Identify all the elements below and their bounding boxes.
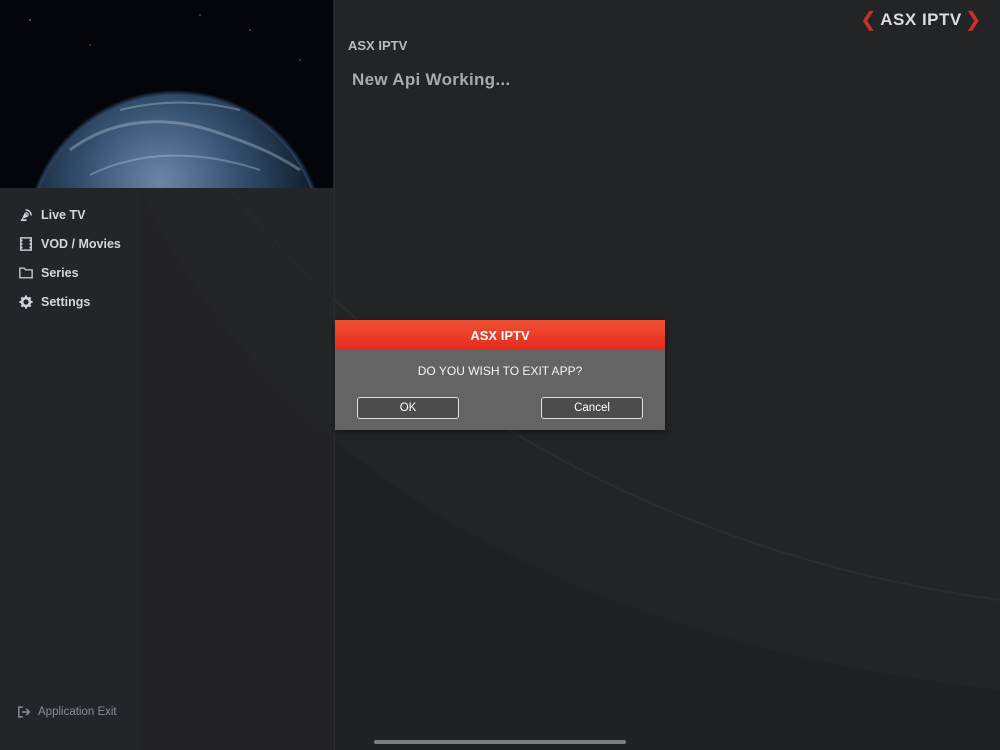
sidebar-item-label: VOD / Movies — [41, 236, 121, 251]
folder-icon — [18, 265, 34, 281]
sidebar: Live TV VOD / Movies Series Settings App… — [0, 0, 335, 750]
sidebar-item-label: Series — [41, 265, 79, 280]
application-exit-button[interactable]: Application Exit — [18, 705, 117, 719]
home-indicator[interactable] — [374, 740, 626, 744]
sidebar-item-label: Live TV — [41, 207, 86, 222]
dialog-title: ASX IPTV — [335, 320, 665, 350]
main-menu: Live TV VOD / Movies Series Settings — [18, 200, 318, 316]
application-exit-label: Application Exit — [38, 706, 117, 718]
satellite-dish-icon — [18, 207, 34, 223]
dialog-buttons: OK Cancel — [357, 397, 643, 419]
brand-logo: ❮ ASX IPTV ❯ — [860, 7, 982, 32]
dialog-message: DO YOU WISH TO EXIT APP? — [417, 364, 583, 378]
sidebar-item-label: Settings — [41, 294, 91, 309]
sidebar-item-live-tv[interactable]: Live TV — [18, 200, 318, 229]
ok-button[interactable]: OK — [357, 397, 459, 419]
app-screen: Live TV VOD / Movies Series Settings App… — [0, 0, 1000, 750]
cancel-button[interactable]: Cancel — [541, 397, 643, 419]
brand-name: ASX IPTV — [880, 9, 962, 29]
video-preview[interactable] — [0, 0, 333, 188]
chevron-right-icon: ❯ — [964, 9, 982, 31]
chevron-left-icon: ❮ — [860, 9, 878, 31]
section-title: ASX IPTV — [348, 38, 408, 53]
sign-out-icon — [18, 705, 32, 719]
sidebar-item-vod-movies[interactable]: VOD / Movies — [18, 229, 318, 258]
sidebar-item-settings[interactable]: Settings — [18, 287, 318, 316]
gear-icon — [18, 294, 34, 310]
status-text: New Api Working... — [352, 70, 511, 89]
film-icon — [18, 236, 34, 252]
sidebar-item-series[interactable]: Series — [18, 258, 318, 287]
exit-dialog: ASX IPTV DO YOU WISH TO EXIT APP? OK Can… — [335, 320, 665, 430]
